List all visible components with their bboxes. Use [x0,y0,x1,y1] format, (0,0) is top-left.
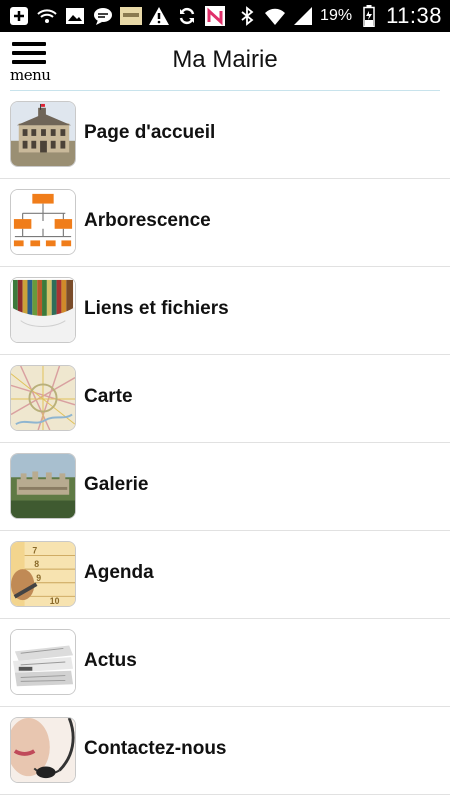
wifi-question-icon [36,5,58,27]
list-item-contactez-nous[interactable]: Contactez-nous [0,707,450,795]
clock: 11:38 [386,3,442,28]
app-thumbnail-icon [120,5,142,27]
calendar-icon: 7 8 9 10 [10,541,76,607]
page-title: Ma Mairie [172,46,278,73]
list-item-actus[interactable]: Actus [0,619,450,707]
map-icon [10,365,76,431]
list-item-label: Galerie [84,474,149,495]
battery-percent: 19% [320,7,353,24]
list-item-label: Carte [84,386,133,407]
image-icon [64,5,86,27]
wifi-icon [264,5,286,27]
town-hall-icon [10,101,76,167]
svg-text:10: 10 [50,596,60,606]
list-item-arborescence[interactable]: Arborescence [0,179,450,267]
warning-icon [148,5,170,27]
add-notification-icon [8,5,30,27]
list-item-label: Contactez-nous [84,738,227,759]
svg-text:7: 7 [32,546,37,556]
list-item-label: Arborescence [84,210,211,231]
signal-icon [292,5,314,27]
list-item-label: Actus [84,650,137,671]
app-header: menu Ma Mairie [0,32,450,91]
svg-text:9: 9 [36,573,41,583]
list-item-agenda[interactable]: 7 8 9 10 Agenda [0,531,450,619]
bluetooth-icon [236,5,258,27]
svg-text:8: 8 [34,559,39,569]
list-item-label: Agenda [84,562,154,583]
list-item-page-accueil[interactable]: Page d'accueil [0,91,450,179]
org-chart-icon [10,189,76,255]
list-item-label: Liens et fichiers [84,298,229,319]
gallery-icon [10,453,76,519]
menu-list: Page d'accueil Arborescence Liens et fic… [0,91,450,795]
newspaper-icon [10,629,76,695]
app-n-icon [204,5,226,27]
status-bar: 19% 11:38 [0,0,450,32]
sync-icon [176,5,198,27]
list-item-label: Page d'accueil [84,122,216,143]
message-icon [92,5,114,27]
list-item-carte[interactable]: Carte [0,355,450,443]
list-item-galerie[interactable]: Galerie [0,443,450,531]
battery-icon [358,5,380,27]
list-item-liens-fichiers[interactable]: Liens et fichiers [0,267,450,355]
files-icon [10,277,76,343]
headset-icon [10,717,76,783]
